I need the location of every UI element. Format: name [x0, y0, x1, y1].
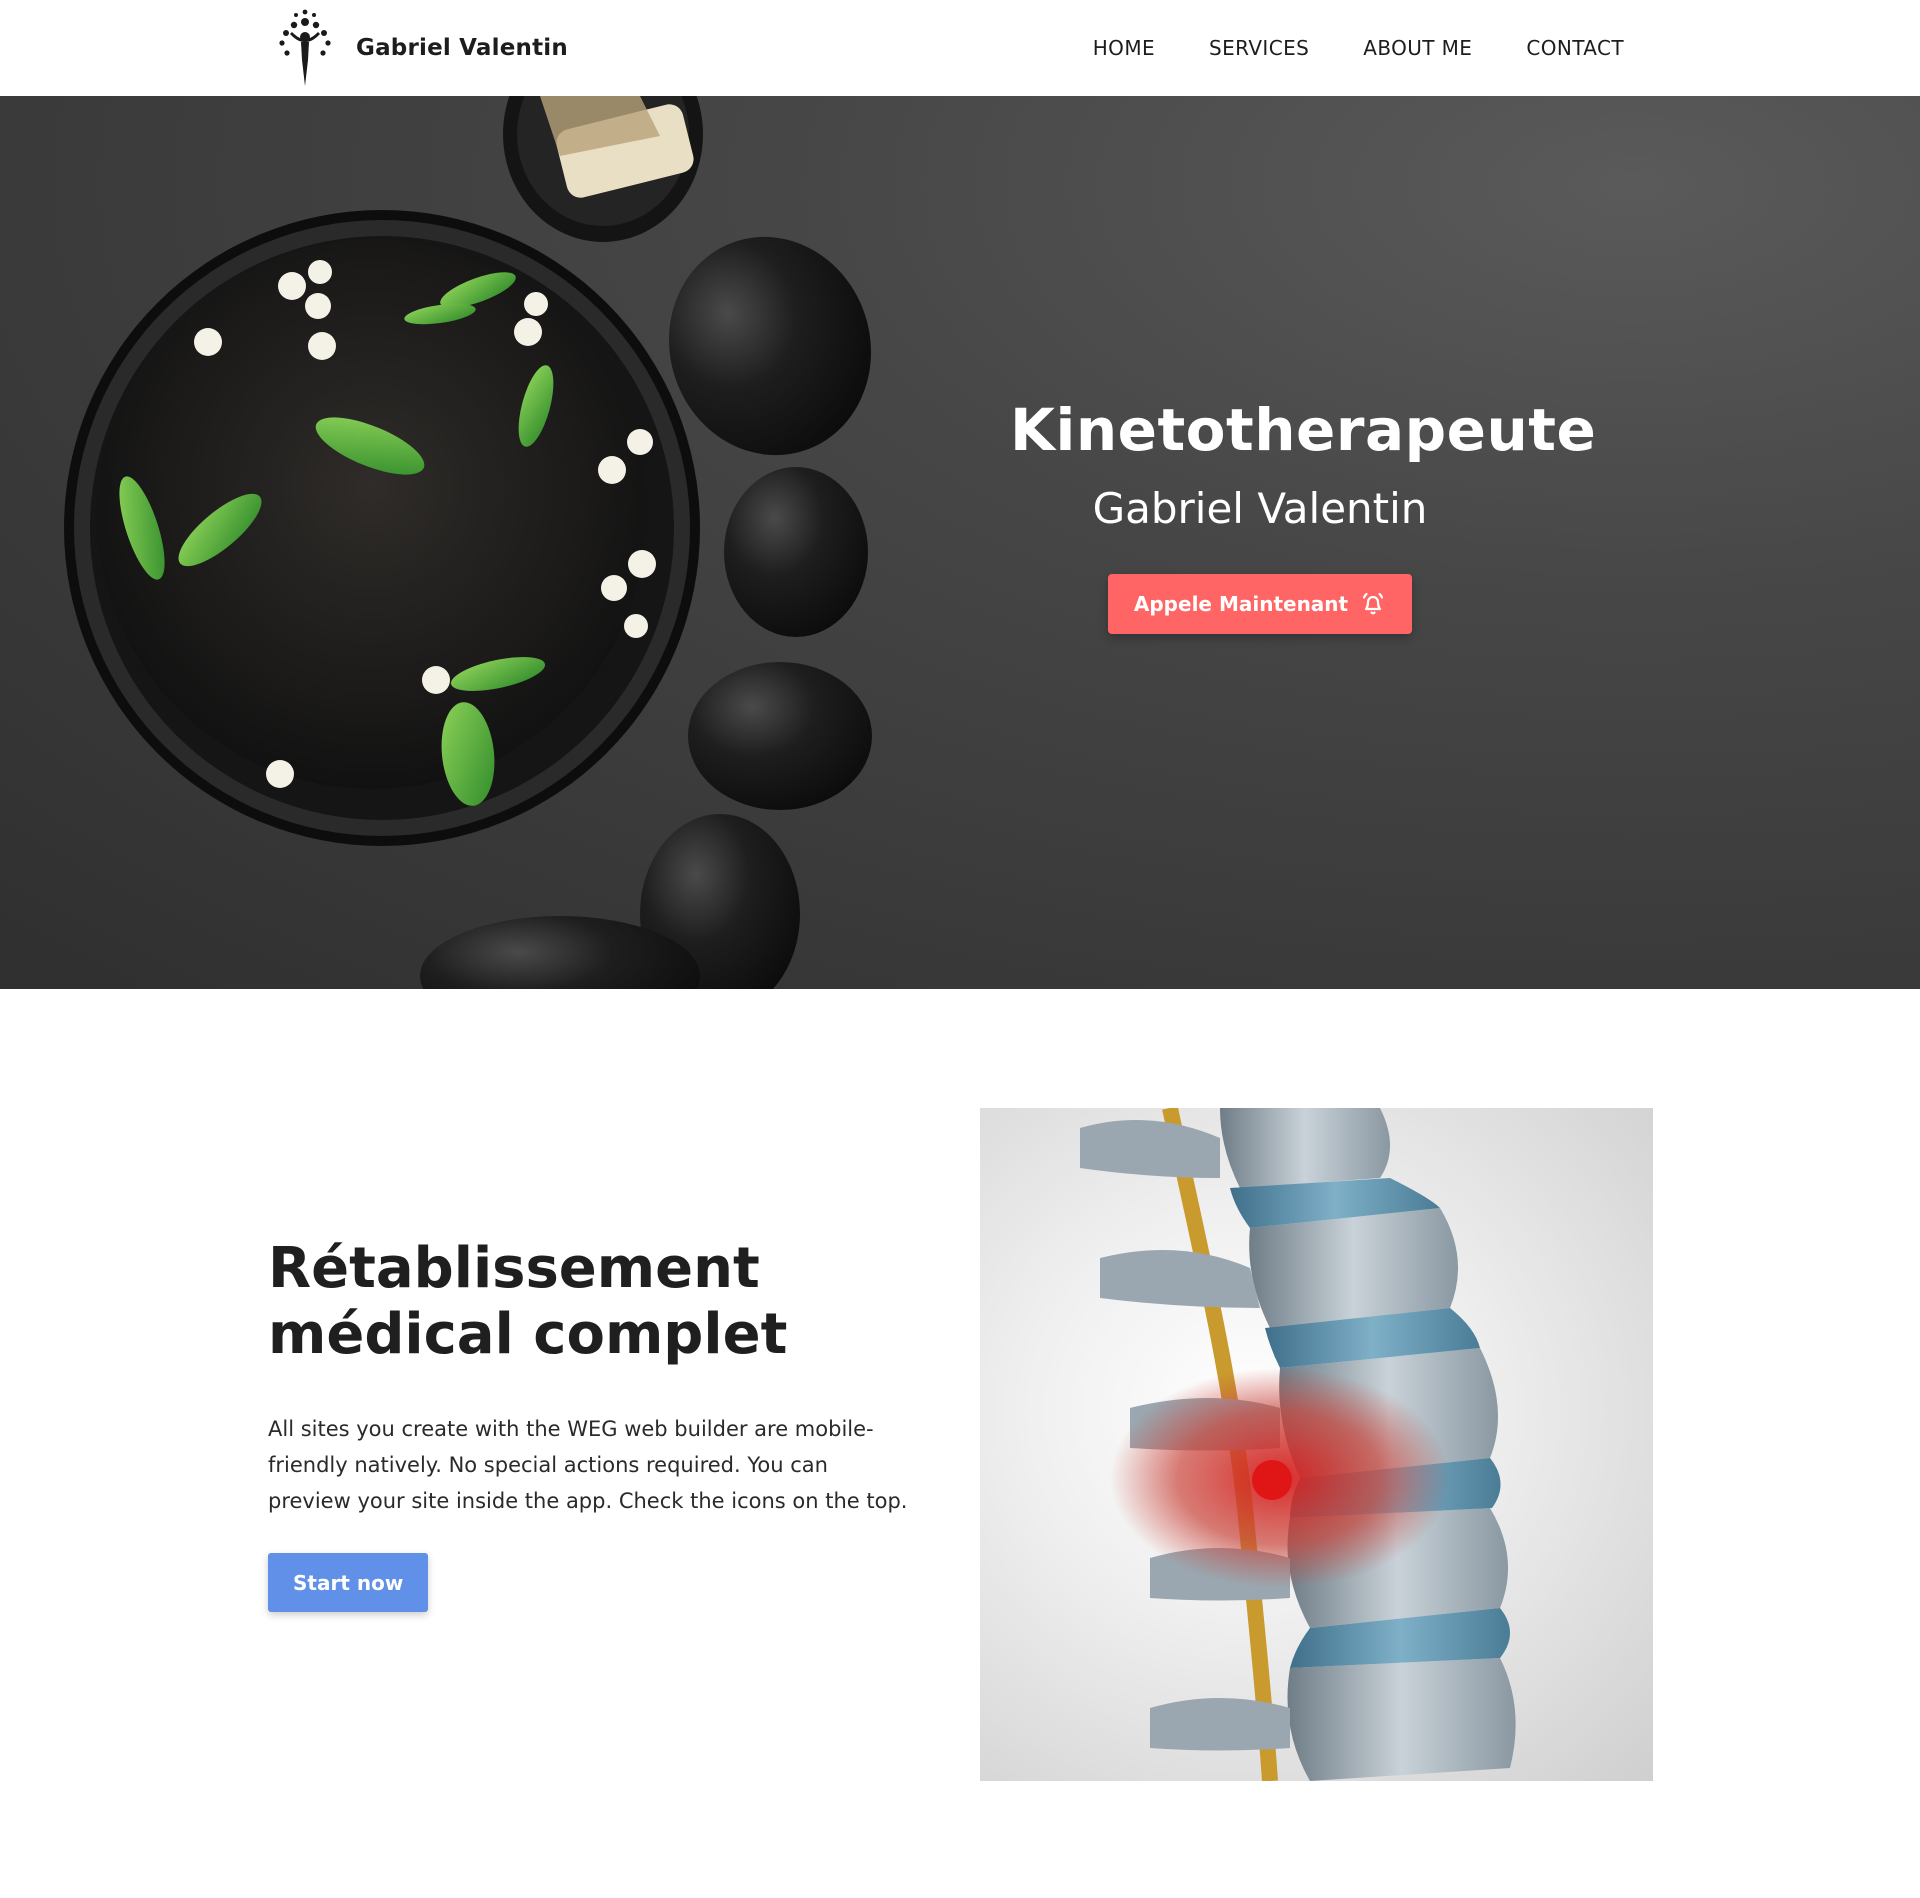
nav-home[interactable]: HOME — [1093, 36, 1155, 60]
nav-about-me[interactable]: ABOUT ME — [1363, 36, 1472, 60]
feature-text: Rétablissement médical complet All sites… — [268, 1236, 908, 1613]
feature-title: Rétablissement médical complet — [268, 1236, 908, 1367]
hero-section: Kinetotherapeute Gabriel Valentin Appele… — [0, 96, 1920, 989]
feature-description: All sites you create with the WEG web bu… — [268, 1417, 908, 1514]
main-nav: HOME SERVICES ABOUT ME CONTACT — [1093, 0, 1624, 96]
hero-content: Kinetotherapeute Gabriel Valentin Appele… — [1010, 396, 1597, 634]
feature-title-line-2: médical complet — [268, 1301, 788, 1367]
call-now-label: Appele Maintenant — [1133, 591, 1349, 616]
brand-name: Gabriel Valentin — [356, 35, 568, 61]
hero-subtitle: Gabriel Valentin — [1092, 483, 1428, 533]
nav-services[interactable]: SERVICES — [1209, 36, 1309, 60]
start-now-button[interactable]: Start now — [268, 1553, 429, 1613]
spa-bowl-stones-photo — [64, 96, 872, 989]
tree-figure-logo-icon — [279, 9, 331, 86]
spine-herniated-disc-illustration — [980, 1108, 1653, 1781]
call-now-button[interactable]: Appele Maintenant — [1107, 573, 1413, 634]
nav-contact[interactable]: CONTACT — [1526, 36, 1624, 60]
feature-title-line-1: Rétablissement — [268, 1236, 760, 1301]
brand[interactable]: Gabriel Valentin — [270, 8, 568, 88]
site-header: Gabriel Valentin HOME SERVICES ABOUT ME … — [0, 0, 1920, 96]
hero-title: Kinetotherapeute — [1010, 396, 1597, 464]
bell-ringing-icon — [1363, 592, 1384, 615]
